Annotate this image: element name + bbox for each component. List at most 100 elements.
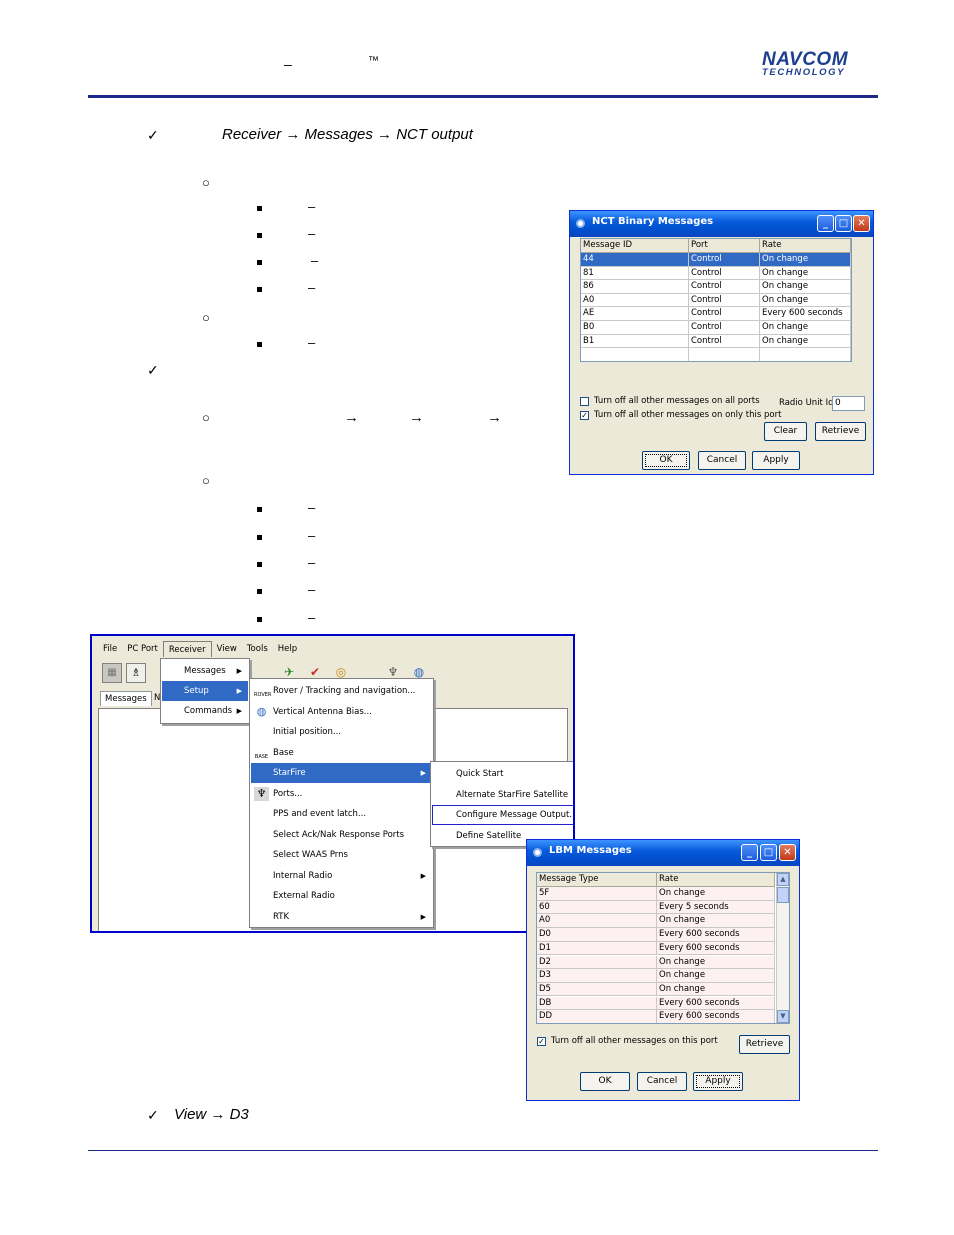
table-row[interactable]: 60 Every 5 seconds [537, 900, 775, 915]
table-row[interactable]: D0 Every 600 seconds [537, 928, 775, 942]
menu-view[interactable]: View [212, 641, 242, 657]
menu-item-label: Rover / Tracking and navigation... [273, 686, 416, 696]
chevron-right-icon: ▶ [236, 707, 242, 715]
minimize-icon[interactable]: _ [817, 215, 834, 232]
scroll-thumb[interactable] [777, 887, 789, 903]
header-dash: – [284, 56, 292, 72]
retrieve-button[interactable]: Retrieve [815, 422, 866, 441]
menu-tools[interactable]: Tools [242, 641, 273, 657]
table-row[interactable]: 44 Control On change [581, 253, 851, 267]
scroll-up-icon[interactable]: ▲ [777, 873, 789, 886]
nct-titlebar[interactable]: NCT Binary Messages _ □ ✕ [570, 211, 873, 237]
menu-item-commands[interactable]: Commands ▶ [162, 701, 248, 721]
cell-rate: On change [760, 334, 851, 349]
table-row-empty[interactable] [581, 348, 851, 361]
maximize-icon[interactable]: □ [760, 844, 777, 861]
menu-item-external-radio[interactable]: External Radio [251, 886, 432, 906]
close-icon[interactable]: ✕ [779, 844, 796, 861]
lbm-message-list[interactable]: Message Type Rate 5F On change 60 Every 5 s… [536, 872, 790, 1024]
menu-item-base[interactable]: BASE Base [251, 743, 432, 763]
menu-item-configure-message-output[interactable]: Configure Message Output... [432, 805, 573, 825]
table-row[interactable]: A0 Control On change [581, 293, 851, 308]
menu-item-internal-radio[interactable]: Internal Radio ▶ [251, 866, 432, 886]
cancel-button[interactable]: Cancel [698, 451, 746, 470]
rover-icon-label: ROVER [254, 692, 272, 698]
table-row[interactable]: D5 On change [537, 982, 775, 997]
app-icon [576, 219, 585, 228]
lbm-messages-dialog: LBM Messages _ □ ✕ Message Type Rate 5F O… [526, 839, 800, 1101]
base-icon: BASE [254, 746, 269, 760]
cell-rate: On change [760, 280, 851, 294]
tab-messages[interactable]: Messages [100, 691, 152, 706]
apply-button[interactable]: Apply [693, 1072, 743, 1091]
header-rule [88, 95, 878, 98]
ok-button[interactable]: OK [580, 1072, 630, 1091]
table-row[interactable]: A0 On change [537, 914, 775, 928]
minimize-icon[interactable]: _ [741, 844, 758, 861]
retrieve-button[interactable]: Retrieve [739, 1035, 790, 1054]
menu-item-alternate-starfire[interactable]: Alternate StarFire Satellite [432, 785, 573, 805]
menu-file[interactable]: File [98, 641, 122, 657]
table-row[interactable]: 5F On change [537, 887, 775, 901]
table-row[interactable]: 86 Control On change [581, 280, 851, 294]
menu-item-ports[interactable]: ♆ Ports... [251, 784, 432, 804]
menu-item-vertical-antenna-bias[interactable]: ◍ Vertical Antenna Bias... [251, 702, 432, 722]
toolbar-antenna-icon[interactable]: ♗ [126, 663, 146, 683]
menu-item-starfire[interactable]: StarFire ▶ [251, 763, 432, 783]
nct-dialog-title: NCT Binary Messages [592, 216, 714, 227]
menu-receiver[interactable]: Receiver [162, 641, 212, 657]
cell-port: Control [689, 321, 760, 335]
menu-item-initial-position[interactable]: Initial position... [251, 722, 432, 742]
maximize-icon[interactable]: □ [835, 215, 852, 232]
cancel-button[interactable]: Cancel [637, 1072, 687, 1091]
table-row[interactable]: DD Every 600 seconds [537, 1010, 775, 1023]
table-row[interactable]: D3 On change [537, 969, 775, 983]
table-row[interactable]: B1 Control On change [581, 334, 851, 349]
lbm-titlebar[interactable]: LBM Messages _ □ ✕ [527, 840, 799, 866]
col-message-type[interactable]: Message Type [537, 873, 657, 887]
starfire-submenu: Quick Start Alternate StarFire Satellite… [430, 761, 573, 847]
table-row[interactable]: B0 Control On change [581, 321, 851, 335]
col-port[interactable]: Port [689, 239, 760, 253]
table-row[interactable]: DB Every 600 seconds [537, 996, 775, 1011]
menu-item-messages[interactable]: Messages ▶ [162, 661, 248, 681]
menu-item-label: Messages [184, 666, 226, 676]
table-row[interactable]: D1 Every 600 seconds [537, 941, 775, 956]
col-rate[interactable]: Rate [760, 239, 851, 253]
lbm-scrollbar[interactable]: ▲ ▼ [776, 873, 789, 1023]
table-row[interactable]: 81 Control On change [581, 266, 851, 281]
close-icon[interactable]: ✕ [853, 215, 870, 232]
cell-id: 44 [581, 253, 689, 267]
menu-item-quick-start[interactable]: Quick Start [432, 764, 573, 784]
cell-message-type: A0 [537, 914, 657, 928]
col-rate[interactable]: Rate [657, 873, 775, 887]
cell-id: A0 [581, 293, 689, 308]
table-row[interactable]: D2 On change [537, 955, 775, 970]
menu-path-view: View → D3 [174, 1106, 249, 1123]
menu-item-ack-nak[interactable]: Select Ack/Nak Response Ports [251, 825, 432, 845]
menu-help[interactable]: Help [273, 641, 302, 657]
col-message-id[interactable]: Message ID [581, 239, 689, 253]
bullet-dash: – [308, 528, 316, 543]
cell-rate: On change [657, 955, 775, 970]
nct-message-list[interactable]: Message ID Port Rate 44 Control On chang… [580, 238, 852, 362]
cell-message-type: 5F [537, 887, 657, 901]
menu-item-setup[interactable]: Setup ▶ [162, 681, 248, 701]
square-bullet-icon [257, 260, 262, 265]
ok-button[interactable]: OK [642, 451, 690, 470]
cell-id: AE [581, 307, 689, 321]
turn-off-this-port-checkbox[interactable]: ✓ [580, 411, 589, 420]
menu-item-pps[interactable]: PPS and event latch... [251, 804, 432, 824]
menu-item-rtk[interactable]: RTK ▶ [251, 907, 432, 927]
table-row[interactable]: AE Control Every 600 seconds [581, 307, 851, 321]
turn-off-all-ports-checkbox[interactable] [580, 397, 589, 406]
menu-item-rover[interactable]: ROVER Rover / Tracking and navigation... [251, 681, 432, 701]
toolbar-grid-icon[interactable]: ▦ [102, 663, 122, 683]
turn-off-this-port-checkbox[interactable]: ✓ [537, 1037, 546, 1046]
scroll-down-icon[interactable]: ▼ [777, 1010, 789, 1023]
menu-item-waas-prns[interactable]: Select WAAS Prns [251, 845, 432, 865]
menu-pc-port[interactable]: PC Port [122, 641, 163, 657]
clear-button[interactable]: Clear [764, 422, 807, 441]
radio-unit-id-input[interactable]: 0 [832, 396, 865, 411]
apply-button[interactable]: Apply [752, 451, 800, 470]
